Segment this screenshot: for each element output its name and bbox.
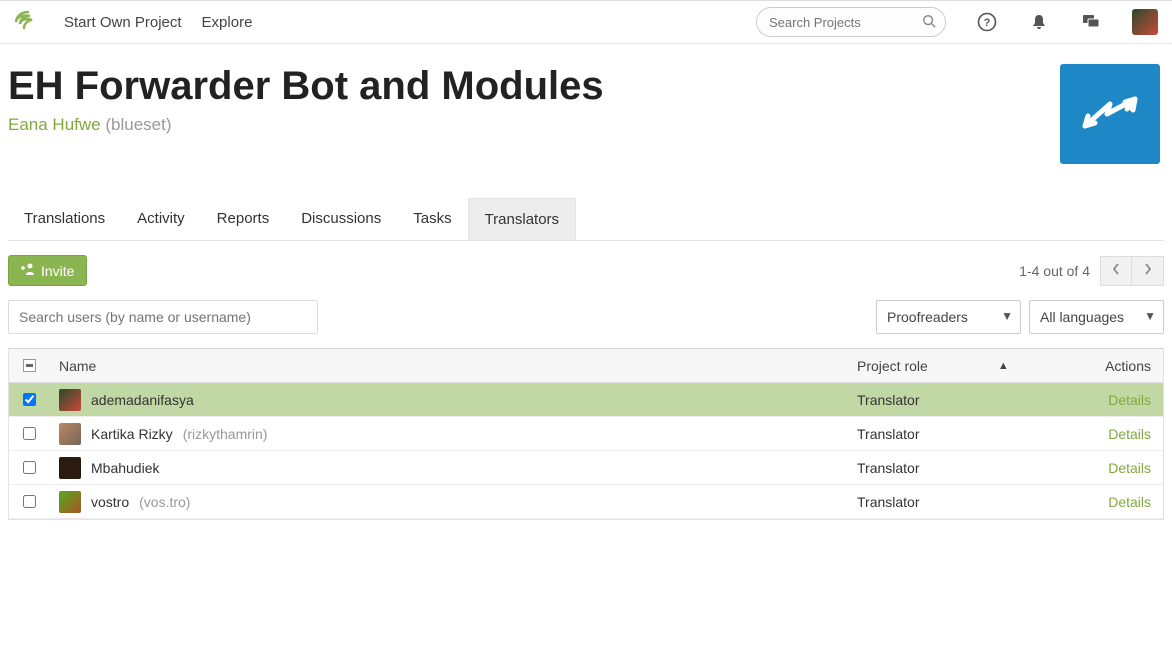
details-link[interactable]: Details [1108, 426, 1151, 442]
avatar [59, 491, 81, 513]
search-icon [922, 14, 936, 33]
site-logo[interactable] [14, 7, 44, 37]
table-row[interactable]: ademadanifasya Translator Details [9, 383, 1163, 417]
users-table: Name Project role ▲ Actions ademadanifas… [8, 348, 1164, 520]
table-row[interactable]: Mbahudiek Translator Details [9, 451, 1163, 485]
chat-icon[interactable] [1080, 11, 1102, 33]
tabs: Translations Activity Reports Discussion… [8, 198, 1164, 241]
col-name-header[interactable]: Name [49, 358, 847, 374]
search-input[interactable] [756, 7, 946, 37]
pager-next[interactable] [1132, 256, 1164, 286]
tab-discussions[interactable]: Discussions [285, 198, 397, 240]
table-header: Name Project role ▲ Actions [9, 349, 1163, 383]
owner-line: Eana Hufwe (blueset) [8, 115, 1060, 135]
row-checkbox[interactable] [23, 393, 36, 406]
tab-tasks[interactable]: Tasks [397, 198, 467, 240]
row-checkbox[interactable] [23, 427, 36, 440]
pager-prev[interactable] [1100, 256, 1132, 286]
user-avatar[interactable] [1132, 9, 1158, 35]
details-link[interactable]: Details [1108, 460, 1151, 476]
toolbar: Invite 1-4 out of 4 [8, 255, 1164, 286]
avatar [59, 457, 81, 479]
user-username: (rizkythamrin) [183, 426, 268, 442]
owner-username: (blueset) [105, 115, 171, 134]
user-name: ademadanifasya [91, 392, 194, 408]
add-user-icon [21, 262, 35, 279]
row-checkbox[interactable] [23, 495, 36, 508]
role-filter-select[interactable]: Proofreaders [876, 300, 1021, 334]
user-role: Translator [847, 494, 1047, 510]
owner-name[interactable]: Eana Hufwe [8, 115, 101, 134]
user-role: Translator [847, 392, 1047, 408]
tab-activity[interactable]: Activity [121, 198, 201, 240]
table-row[interactable]: vostro (vos.tro) Translator Details [9, 485, 1163, 519]
avatar [59, 389, 81, 411]
table-row[interactable]: Kartika Rizky (rizkythamrin) Translator De… [9, 417, 1163, 451]
user-role: Translator [847, 426, 1047, 442]
avatar [59, 423, 81, 445]
chevron-left-icon [1112, 262, 1120, 280]
nav-start-project[interactable]: Start Own Project [64, 14, 182, 31]
invite-label: Invite [41, 263, 74, 279]
tab-reports[interactable]: Reports [201, 198, 286, 240]
search-projects[interactable] [756, 7, 946, 37]
svg-text:?: ? [984, 17, 991, 29]
tab-translators[interactable]: Translators [468, 198, 576, 240]
language-filter-select[interactable]: All languages [1029, 300, 1164, 334]
user-role: Translator [847, 460, 1047, 476]
nav-explore[interactable]: Explore [202, 14, 253, 31]
filters: Proofreaders ▼ All languages ▼ [8, 300, 1164, 334]
col-role-label: Project role [857, 358, 928, 374]
user-name: Kartika Rizky [91, 426, 173, 442]
row-checkbox[interactable] [23, 461, 36, 474]
pager-info: 1-4 out of 4 [1019, 263, 1090, 279]
details-link[interactable]: Details [1108, 392, 1151, 408]
bell-icon[interactable] [1028, 11, 1050, 33]
select-all-checkbox[interactable] [23, 359, 36, 372]
top-bar: Start Own Project Explore ? [0, 0, 1172, 44]
user-name: vostro [91, 494, 129, 510]
page-header: EH Forwarder Bot and Modules Eana Hufwe … [8, 64, 1164, 164]
user-username: (vos.tro) [139, 494, 190, 510]
col-role-header[interactable]: Project role ▲ [847, 358, 1047, 374]
help-icon[interactable]: ? [976, 11, 998, 33]
user-name: Mbahudiek [91, 460, 160, 476]
tab-translations[interactable]: Translations [8, 198, 121, 240]
project-logo [1060, 64, 1160, 164]
col-actions-header: Actions [1047, 358, 1163, 374]
search-users-input[interactable] [8, 300, 318, 334]
details-link[interactable]: Details [1108, 494, 1151, 510]
invite-button[interactable]: Invite [8, 255, 87, 286]
page-title: EH Forwarder Bot and Modules [8, 64, 1060, 109]
chevron-right-icon [1144, 262, 1152, 280]
sort-asc-icon: ▲ [998, 360, 1009, 372]
